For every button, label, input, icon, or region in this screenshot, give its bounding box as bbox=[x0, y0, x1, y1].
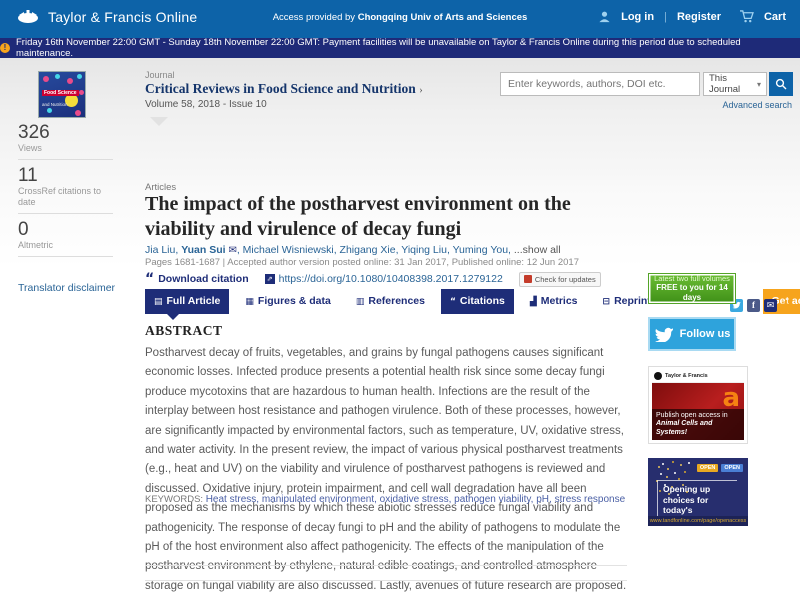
journal-issue[interactable]: Volume 58, 2018 - Issue 10 bbox=[145, 99, 267, 110]
maintenance-banner: ! Friday 16th November 22:00 GMT - Sunda… bbox=[0, 38, 800, 58]
search-icon bbox=[775, 78, 787, 90]
free-trial-ad[interactable]: Latest two full volumes FREE to you for … bbox=[648, 273, 736, 304]
divider-line bbox=[145, 565, 627, 566]
tab-full-article[interactable]: ▤Full Article bbox=[145, 289, 229, 314]
search-button[interactable] bbox=[769, 72, 793, 96]
show-all-authors-link[interactable]: ...show all bbox=[514, 244, 561, 256]
crossref-count: 11 bbox=[18, 165, 118, 186]
facebook-share-icon[interactable]: f bbox=[747, 299, 760, 312]
views-count: 326 bbox=[18, 122, 118, 143]
advanced-search-link[interactable]: Advanced search bbox=[722, 100, 792, 110]
translator-disclaimer-link[interactable]: Translator disclaimer bbox=[18, 282, 115, 294]
open-badge-blue: OPEN bbox=[721, 464, 743, 472]
top-header-bar: Taylor & Francis Online Access provided … bbox=[0, 0, 800, 38]
chevron-right-icon: › bbox=[419, 84, 423, 96]
document-icon: ▤ bbox=[154, 297, 163, 307]
altmetric-label: Altmetric bbox=[18, 240, 113, 257]
open-access-choices-ad[interactable]: OPEN OPEN Opening up choices for today's… bbox=[648, 458, 748, 526]
tab-figures-data[interactable]: ▦Figures & data bbox=[236, 289, 339, 314]
open-access-journal-ad[interactable]: Taylor & Francis a Publish open access i… bbox=[648, 366, 748, 444]
article-metrics-panel: 326 Views 11 CrossRef citations to date … bbox=[18, 122, 118, 262]
corresponding-author: Yuan Sui bbox=[181, 244, 225, 256]
cover-title: Food Science bbox=[42, 90, 79, 96]
page-body: Food Science and Nutrition Journal Criti… bbox=[0, 58, 800, 533]
references-icon: ▥ bbox=[356, 297, 365, 307]
register-link[interactable]: Register bbox=[677, 11, 721, 23]
envelope-icon[interactable]: ✉ bbox=[228, 245, 236, 256]
metrics-chart-icon: ▟ bbox=[530, 297, 537, 307]
journal-title-link[interactable]: Critical Reviews in Food Science and Nut… bbox=[145, 81, 423, 97]
search-scope-select[interactable]: This Journal ▾ bbox=[703, 72, 767, 96]
twitter-follow-ad[interactable]: Follow us bbox=[648, 317, 736, 351]
warning-icon: ! bbox=[0, 43, 10, 53]
doi-link[interactable]: ⇗ https://doi.org/10.1080/10408398.2017.… bbox=[265, 273, 503, 285]
keyword-links[interactable]: Heat stress, manipulated environment, ox… bbox=[206, 494, 625, 505]
views-label: Views bbox=[18, 143, 113, 160]
keywords-row: KEYWORDS: Heat stress, manipulated envir… bbox=[145, 494, 625, 505]
journal-cover-thumbnail[interactable]: Food Science and Nutrition bbox=[38, 71, 86, 118]
access-org: Chongqing Univ of Arts and Sciences bbox=[358, 12, 528, 23]
open-badge-gold: OPEN bbox=[697, 464, 719, 472]
search-input[interactable] bbox=[500, 72, 700, 96]
external-link-icon: ⇗ bbox=[265, 274, 275, 284]
journal-label: Journal bbox=[145, 70, 175, 80]
ad-url: www.tandfonline.com/page/openaccess bbox=[648, 516, 748, 526]
twitter-bird-icon bbox=[654, 326, 674, 342]
maintenance-text: Friday 16th November 22:00 GMT - Sunday … bbox=[16, 37, 800, 59]
download-citation-link[interactable]: “ Download citation bbox=[145, 273, 249, 285]
keywords-label: KEYWORDS: bbox=[145, 494, 206, 505]
journal-band-notch bbox=[150, 117, 168, 126]
tab-references[interactable]: ▥References bbox=[347, 289, 434, 314]
chevron-down-icon: ▾ bbox=[757, 80, 761, 89]
altmetric-count: 0 bbox=[18, 219, 118, 240]
pages-publication-line: Pages 1681-1687 | Accepted author versio… bbox=[145, 257, 579, 268]
divider-line bbox=[145, 580, 627, 581]
citations-quote-icon: “ bbox=[450, 297, 456, 307]
share-icons: f ✉ + bbox=[730, 295, 791, 315]
user-icon bbox=[598, 10, 611, 23]
cart-link[interactable]: Cart bbox=[764, 11, 786, 23]
abstract-text: Postharvest decay of fruits, vegetables,… bbox=[145, 344, 627, 596]
cart-icon bbox=[739, 10, 754, 23]
tab-metrics[interactable]: ▟Metrics bbox=[521, 289, 587, 314]
email-share-icon[interactable]: ✉ bbox=[764, 299, 777, 312]
confetti-decoration bbox=[658, 466, 660, 468]
tab-citations[interactable]: “Citations bbox=[441, 289, 514, 314]
quote-icon: “ bbox=[145, 274, 154, 284]
crossmark-icon bbox=[524, 275, 532, 283]
cover-subtitle: and Nutrition bbox=[42, 102, 68, 107]
crossref-label: CrossRef citations to date bbox=[18, 186, 113, 214]
share-more-icon[interactable]: + bbox=[781, 295, 791, 315]
printer-icon: ⊟ bbox=[603, 297, 611, 307]
check-for-updates-button[interactable]: Check for updates bbox=[519, 272, 601, 287]
author-list[interactable]: Jia Liu, Yuan Sui ✉, Michael Wisniewski,… bbox=[145, 244, 561, 256]
abstract-heading: ABSTRACT bbox=[145, 323, 223, 339]
article-title: The impact of the postharvest environmen… bbox=[145, 192, 615, 242]
header-divider: | bbox=[664, 11, 667, 23]
tandf-mini-logo-icon bbox=[654, 372, 662, 380]
login-link[interactable]: Log in bbox=[621, 11, 654, 23]
figures-icon: ▦ bbox=[245, 297, 254, 307]
